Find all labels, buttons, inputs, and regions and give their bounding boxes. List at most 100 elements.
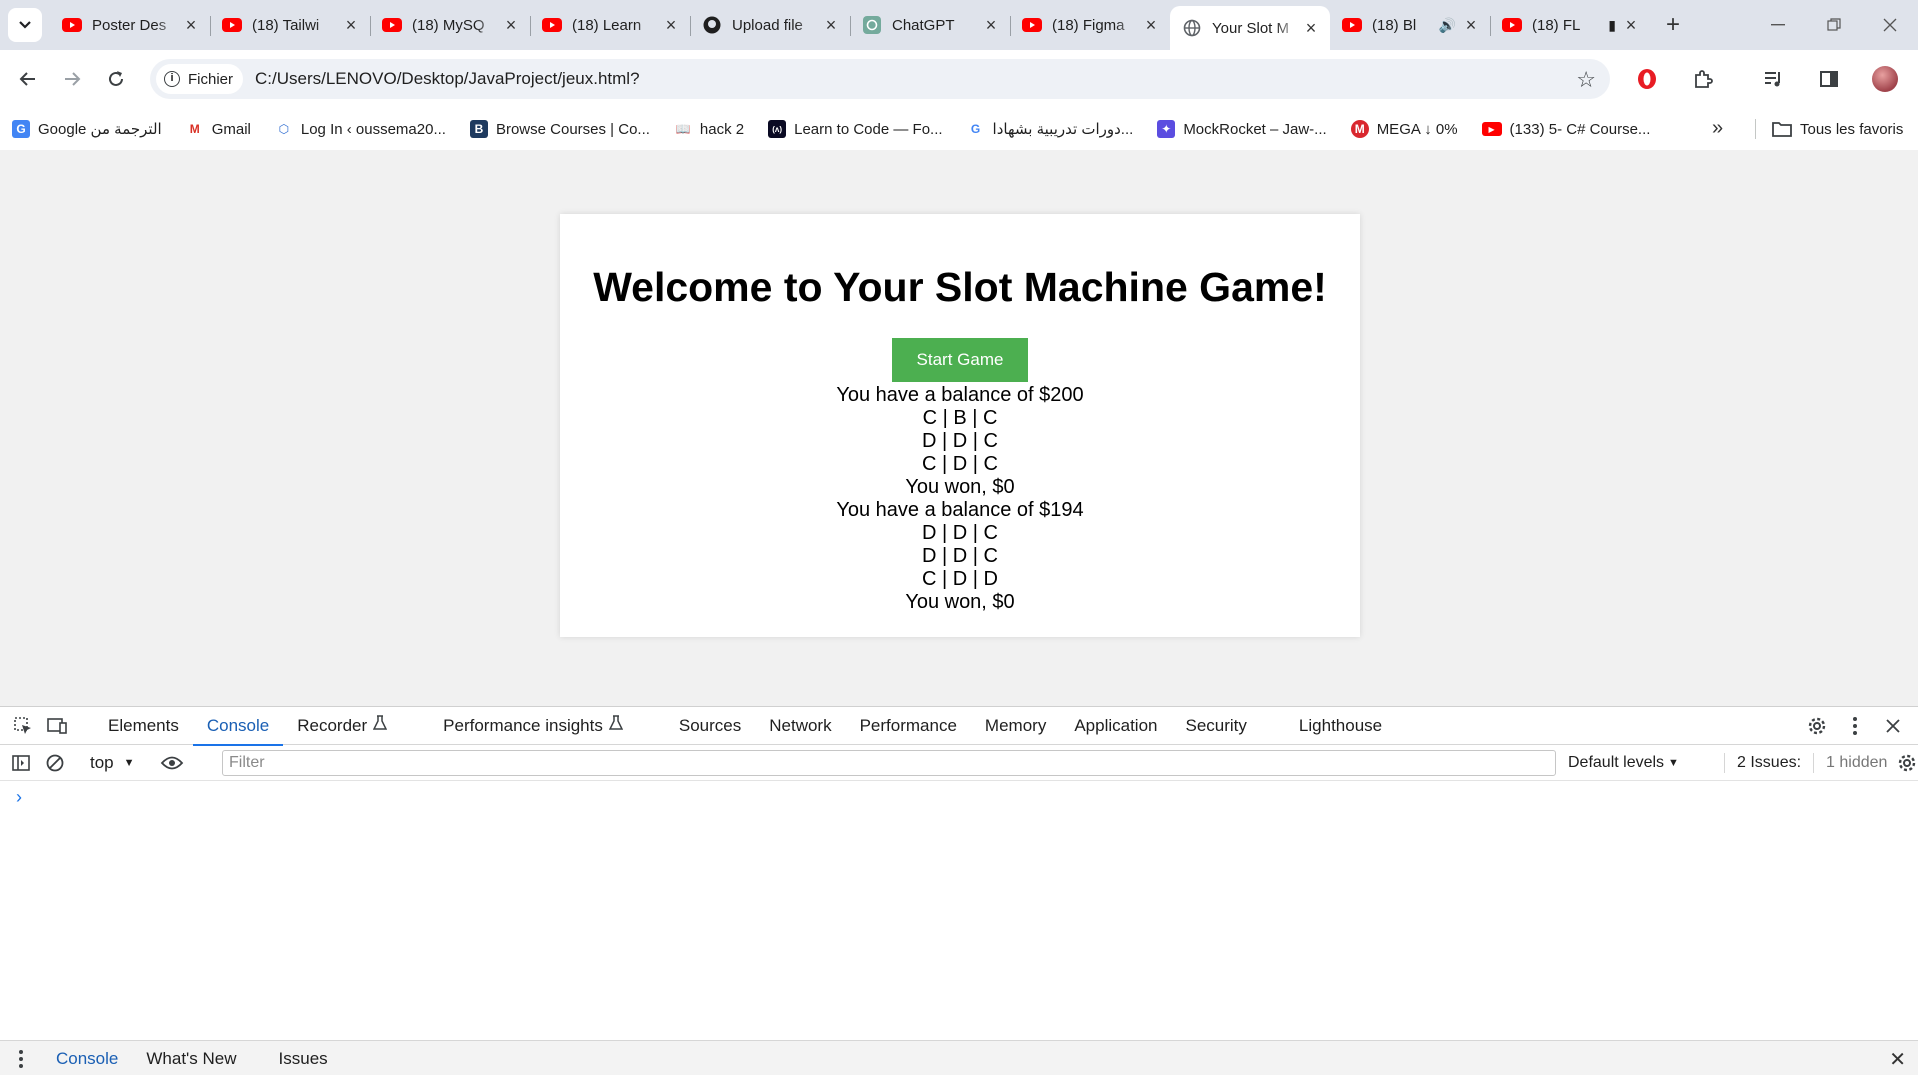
issues-label: 2 Issues:: [1737, 754, 1802, 771]
address-bar[interactable]: i Fichier C:/Users/LENOVO/Desktop/JavaPr…: [150, 59, 1610, 99]
bookmark-item[interactable]: ⬡ Log In ‹ oussema20...: [274, 120, 446, 138]
log-levels-dropdown[interactable]: Default levels ▼: [1568, 745, 1679, 781]
bookmark-star-icon[interactable]: ☆: [1576, 67, 1596, 93]
profile-button[interactable]: [1863, 57, 1907, 101]
devtools-tab-performance[interactable]: Performance: [846, 707, 971, 745]
browser-tab[interactable]: (18) Tailwi ×: [210, 0, 370, 50]
devtools-menu-button[interactable]: [1836, 707, 1874, 745]
bookmark-item[interactable]: ▶ (133) 5- C# Course...: [1481, 121, 1650, 138]
new-tab-button[interactable]: +: [1656, 8, 1690, 42]
tab-close-icon[interactable]: ×: [662, 16, 680, 34]
browser-tab[interactable]: (18) MySQ ×: [370, 0, 530, 50]
url-text[interactable]: C:/Users/LENOVO/Desktop/JavaProject/jeux…: [255, 69, 640, 89]
devtools-tab-network[interactable]: Network: [755, 707, 845, 745]
forward-button[interactable]: [50, 57, 94, 101]
bookmark-item[interactable]: G Google الترجمة من: [12, 120, 162, 138]
browser-tab[interactable]: Poster Des ×: [50, 0, 210, 50]
bookmark-item[interactable]: G دورات تدريبية بشهادا...: [966, 120, 1133, 138]
drawer-tab-console[interactable]: Console: [42, 1041, 132, 1075]
opera-extension-button[interactable]: [1625, 57, 1669, 101]
mega-icon: M: [1350, 120, 1369, 138]
issues-counter[interactable]: 2 Issues: 1 hidden: [1712, 745, 1917, 781]
devtools-tab-label: Performance insights: [443, 715, 603, 735]
tab-close-icon[interactable]: ×: [982, 16, 1000, 34]
tab-close-icon[interactable]: ×: [822, 16, 840, 34]
bookmark-label: Gmail: [211, 120, 251, 138]
browser-tab[interactable]: (18) FL ▮ ×: [1490, 0, 1650, 50]
output-line: D | D | C: [922, 430, 998, 452]
close-window-button[interactable]: [1862, 0, 1918, 50]
console-filter-input[interactable]: [222, 750, 1556, 776]
tab-close-icon[interactable]: ×: [342, 16, 360, 34]
side-panel-button[interactable]: [1807, 57, 1851, 101]
tab-close-icon[interactable]: ×: [1622, 16, 1640, 34]
tab-title: (18) Bl: [1372, 16, 1417, 34]
restore-button[interactable]: [1806, 0, 1862, 50]
browser-tab[interactable]: (18) Figma ×: [1010, 0, 1170, 50]
devtools-close-button[interactable]: [1874, 707, 1912, 745]
devtools-tab-lighthouse[interactable]: Lighthouse: [1285, 707, 1396, 745]
tab-close-icon[interactable]: ×: [182, 16, 200, 34]
drawer-tab-issues[interactable]: Issues: [265, 1041, 342, 1075]
devtools-settings-button[interactable]: [1798, 707, 1836, 745]
more-bookmarks-icon[interactable]: »: [1712, 117, 1723, 140]
browser-tab[interactable]: Upload file ×: [690, 0, 850, 50]
context-selector[interactable]: top ▼: [90, 753, 135, 773]
reload-button[interactable]: [94, 57, 138, 101]
drawer-close-icon[interactable]: ✕: [1889, 1047, 1906, 1072]
all-bookmarks-label: Tous les favoris: [1800, 120, 1904, 138]
devtools-tab-security[interactable]: Security: [1172, 707, 1261, 745]
device-toolbar-button[interactable]: [40, 707, 74, 745]
drawer-tab-what-s-new[interactable]: What's New: [132, 1041, 250, 1075]
hex-icon: ⬡: [274, 120, 293, 138]
devtools-tab-label: Recorder: [297, 715, 368, 735]
bookmark-item[interactable]: ✦ MockRocket – Jaw-...: [1157, 120, 1327, 138]
site-info-chip[interactable]: i Fichier: [156, 64, 244, 94]
devtools-tab-sources[interactable]: Sources: [665, 707, 755, 745]
devtools-tab-application[interactable]: Application: [1060, 707, 1171, 745]
minimize-button[interactable]: [1750, 0, 1806, 50]
live-expression-button[interactable]: [155, 744, 189, 782]
start-game-button[interactable]: Start Game: [892, 338, 1028, 382]
speaker-icon[interactable]: 🔊: [1439, 17, 1456, 34]
globe-icon: [1182, 19, 1202, 37]
bookmark-item[interactable]: B Browse Courses | Co...: [469, 120, 650, 138]
drawer-menu-button[interactable]: [4, 1040, 38, 1075]
devtools-tab-label: Console: [206, 715, 270, 735]
drawer-tab-label: Console: [56, 1048, 119, 1068]
block-icon: [46, 754, 64, 771]
devtools-tab-recorder[interactable]: Recorder: [283, 707, 429, 745]
back-button[interactable]: [6, 57, 50, 101]
media-controls-button[interactable]: [1751, 57, 1795, 101]
extensions-button[interactable]: [1681, 57, 1725, 101]
bookmark-label: MEGA ↓ 0%: [1376, 120, 1458, 138]
tab-title: (18) MySQ: [412, 16, 485, 34]
browser-tab[interactable]: (18) Bl 🔊 ×: [1330, 0, 1490, 50]
tab-close-icon[interactable]: ×: [1302, 19, 1320, 37]
devtools-tab-performance-insights[interactable]: Performance insights: [429, 707, 665, 745]
tab-search-button[interactable]: [8, 8, 42, 42]
browser-tab[interactable]: (18) Learn ×: [530, 0, 690, 50]
browser-tab[interactable]: Your Slot M ×: [1170, 6, 1330, 50]
bookmark-item[interactable]: M MEGA ↓ 0%: [1350, 120, 1458, 138]
clear-console-button[interactable]: [38, 744, 72, 782]
devtools-tab-label: Network: [769, 715, 832, 735]
arrow-right-icon: [65, 72, 81, 86]
console-prompt-icon[interactable]: ›: [16, 787, 22, 808]
devtools-tab-memory[interactable]: Memory: [971, 707, 1060, 745]
browser-tab[interactable]: ChatGPT ×: [850, 0, 1010, 50]
bookmark-item[interactable]: 📖 hack 2: [673, 120, 744, 138]
devtools-tab-elements[interactable]: Elements: [94, 707, 193, 745]
bookmark-item[interactable]: M Gmail: [185, 120, 251, 138]
bookmark-item[interactable]: (ʌ) Learn to Code — Fo...: [768, 120, 943, 138]
all-bookmarks-button[interactable]: Tous les favoris: [1772, 108, 1903, 150]
devtools-tab-console[interactable]: Console: [192, 707, 284, 746]
console-sidebar-button[interactable]: [4, 744, 38, 782]
device-icon: [47, 717, 67, 734]
inspect-element-button[interactable]: [6, 707, 40, 745]
tab-close-icon[interactable]: ×: [1142, 16, 1160, 34]
tab-close-icon[interactable]: ×: [1462, 16, 1480, 34]
devtools-panel: Elements Console Recorder Performance insig…: [0, 706, 1918, 1075]
tab-close-icon[interactable]: ×: [502, 16, 520, 34]
console-settings-button[interactable]: [1897, 753, 1917, 773]
